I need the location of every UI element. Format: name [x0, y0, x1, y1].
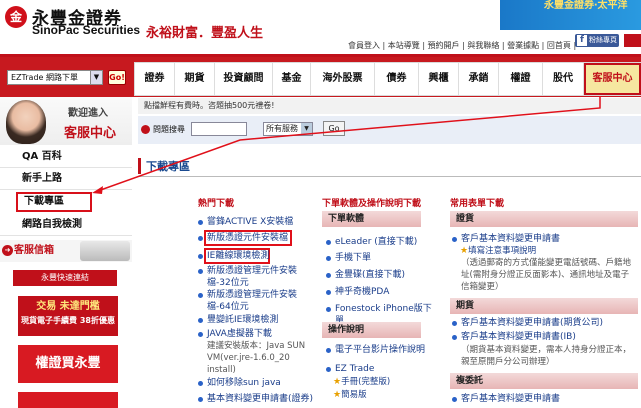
star-icon: ★: [460, 246, 469, 256]
quick-links-button[interactable]: 永豐快速連結: [13, 270, 117, 286]
box-futures-forms: 期貨: [450, 298, 638, 314]
sidebar-item-download[interactable]: 下載專區: [16, 192, 92, 212]
nav-item-underwriting[interactable]: 承銷: [459, 63, 499, 95]
link-manual-full[interactable]: ★手冊(完整版): [333, 376, 390, 388]
box-sub-brokerage-forms: 複委託: [450, 373, 638, 389]
link-cert-mgr-32[interactable]: 新版憑證管理元件安裝檔-32位元: [198, 265, 308, 289]
title-divider: [138, 176, 641, 177]
nav-item-futures[interactable]: 期貨: [175, 63, 215, 95]
link-remove-java[interactable]: 如何移除sun java: [198, 377, 308, 389]
service-select-value: 所有服務: [266, 124, 298, 133]
eztrade-go-button[interactable]: Go!: [108, 70, 126, 85]
col-software-head: 下單軟體及操作說明下載: [322, 199, 422, 209]
brand-name-en: SinoPac Securities: [32, 23, 141, 37]
link-profile-change-futures[interactable]: 客戶基本資料變更申請書(期貨公司): [452, 317, 638, 329]
star-icon: ★: [333, 377, 342, 387]
link-cert-component[interactable]: 新版憑證元件安裝檔: [198, 232, 308, 244]
link-profile-change-sub-brokerage[interactable]: 客戶基本資料變更申請書: [452, 393, 632, 405]
nav-item-warrants[interactable]: 權證: [499, 63, 543, 95]
fill-notes-label: 填寫注意事項說明: [468, 246, 537, 256]
nav-item-advisory[interactable]: 投資顧問: [215, 63, 273, 95]
header-red-tab: [624, 34, 641, 47]
link-activex[interactable]: 嘗鋒ACTIVE X安裝檔: [198, 216, 308, 228]
link-pda[interactable]: 神乎奇機PDA: [326, 286, 426, 298]
link-manual-simple[interactable]: ★簡易版: [333, 389, 367, 401]
facebook-icon: f: [577, 35, 587, 46]
page-title: 下載專區: [138, 158, 190, 174]
eztrade-select-value: EZTrade 網路下單: [11, 73, 78, 82]
nav-item-securities[interactable]: 證券: [135, 63, 175, 95]
question-go-button[interactable]: Go: [323, 121, 345, 136]
link-java-download[interactable]: JAVA虛擬器下載: [198, 328, 308, 340]
link-jinfeng[interactable]: 金豐碟(直接下載): [326, 269, 426, 281]
ad-fee-discount[interactable]: 交易 未達門檻現貨電子手續費 38折優惠: [18, 296, 118, 336]
sidebar-item-beginner[interactable]: 新手上路: [0, 168, 132, 190]
top-utility-links[interactable]: 會員登入 | 本站導覽 | 預約開戶 | 與我聯絡 | 營業據點 | 回首頁 |: [348, 40, 576, 51]
link-ie-check[interactable]: IE離線環境檢測: [198, 250, 308, 262]
box-trading-software: 下單軟體: [322, 211, 421, 227]
ad1-line2: 現貨電子手續費 38折優惠: [21, 316, 115, 325]
mail-change-note: （透過郵寄的方式僅能變更電話號碼、戶籍地址(需附身分證正反面影本)、通訊地址及電…: [461, 258, 632, 292]
sidebar-item-qa[interactable]: QA 百科: [0, 146, 132, 168]
arrow-right-icon: ➜: [2, 245, 13, 256]
manual-full-label: 手冊(完整版): [341, 377, 391, 387]
fanpage-label: 粉絲專頁: [589, 36, 617, 44]
chevron-down-icon: ▼: [90, 71, 102, 84]
link-ie-env-check[interactable]: 豐變託IE環境檢測: [198, 314, 308, 326]
question-search-input[interactable]: [191, 122, 247, 136]
link-profile-change-securities[interactable]: 基本資料變更申請書(證券): [198, 393, 318, 405]
col-forms-head: 常用表單下載: [450, 199, 505, 209]
facebook-fanpage-button[interactable]: f 粉絲專頁: [575, 34, 619, 47]
mailbox-label: 客服信箱: [14, 245, 54, 256]
futures-change-note: （期貨基本資料變更，需本人持身分證正本，親至原開戶分公司辦理）: [461, 345, 632, 367]
col-hot-downloads-head: 熱門下載: [198, 199, 235, 209]
nav-item-customer-service[interactable]: 客服中心: [584, 63, 641, 95]
ad1-line1: 交易 未達門檻: [36, 301, 100, 312]
sidebar-item-self-check[interactable]: 網路自我檢測: [0, 214, 132, 236]
brand-logo-icon[interactable]: 金: [5, 6, 27, 28]
link-profile-change-ib[interactable]: 客戶基本資料變更申請書(IB): [452, 331, 638, 343]
manual-simple-label: 簡易版: [341, 390, 367, 400]
link-eleader[interactable]: eLeader (直接下載): [326, 236, 426, 248]
link-eztrade[interactable]: EZ Trade: [326, 363, 426, 375]
java-version-note: 建議安裝版本：Java SUN VM(ver.jre-1.6.0_20 inst…: [207, 341, 306, 375]
question-search-label: 問題搜尋: [153, 125, 185, 134]
service-agent-photo: [6, 100, 46, 144]
slogan: 永裕財富．豐盈人生: [146, 26, 264, 41]
star-icon: ★: [333, 390, 342, 400]
link-video-guide[interactable]: 電子平台影片操作說明: [326, 344, 436, 356]
chevron-down-icon: ▼: [301, 123, 312, 135]
top-promo-banner[interactable]: 永豐金證券‧太平洋: [500, 0, 641, 30]
link-profile-change[interactable]: 客戶基本資料變更申請書: [452, 233, 632, 245]
link-mobile-trading[interactable]: 手機下單: [326, 252, 426, 264]
box-securities-forms: 證貨: [450, 211, 638, 227]
keyboard-icon: [80, 241, 130, 261]
eztrade-select[interactable]: EZTrade 網路下單 ▼: [7, 70, 103, 85]
nav-item-overseas-stocks[interactable]: 海外股票: [311, 63, 375, 95]
box-instructions: 操作說明: [322, 322, 421, 338]
nav-item-emerging[interactable]: 興櫃: [419, 63, 459, 95]
ad-more[interactable]: [18, 392, 118, 408]
ad-warrants[interactable]: 權證買永豐: [18, 345, 118, 383]
link-fill-notes[interactable]: ★填寫注意事項說明: [460, 245, 536, 257]
notice-bar[interactable]: 點擋鮮程有費時。咨題抽500元禮卷!: [138, 98, 641, 114]
sidebar-title: 客服中心: [64, 126, 117, 141]
bullet-icon: [141, 125, 150, 134]
welcome-text: 歡迎進入: [68, 108, 108, 119]
nav-item-funds[interactable]: 基金: [273, 63, 311, 95]
nav-item-bonds[interactable]: 債券: [375, 63, 419, 95]
nav-item-stock-agency[interactable]: 股代: [543, 63, 584, 95]
service-select[interactable]: 所有服務 ▼: [263, 122, 313, 136]
link-cert-mgr-64[interactable]: 新版憑證管理元件安裝檔-64位元: [198, 289, 308, 313]
